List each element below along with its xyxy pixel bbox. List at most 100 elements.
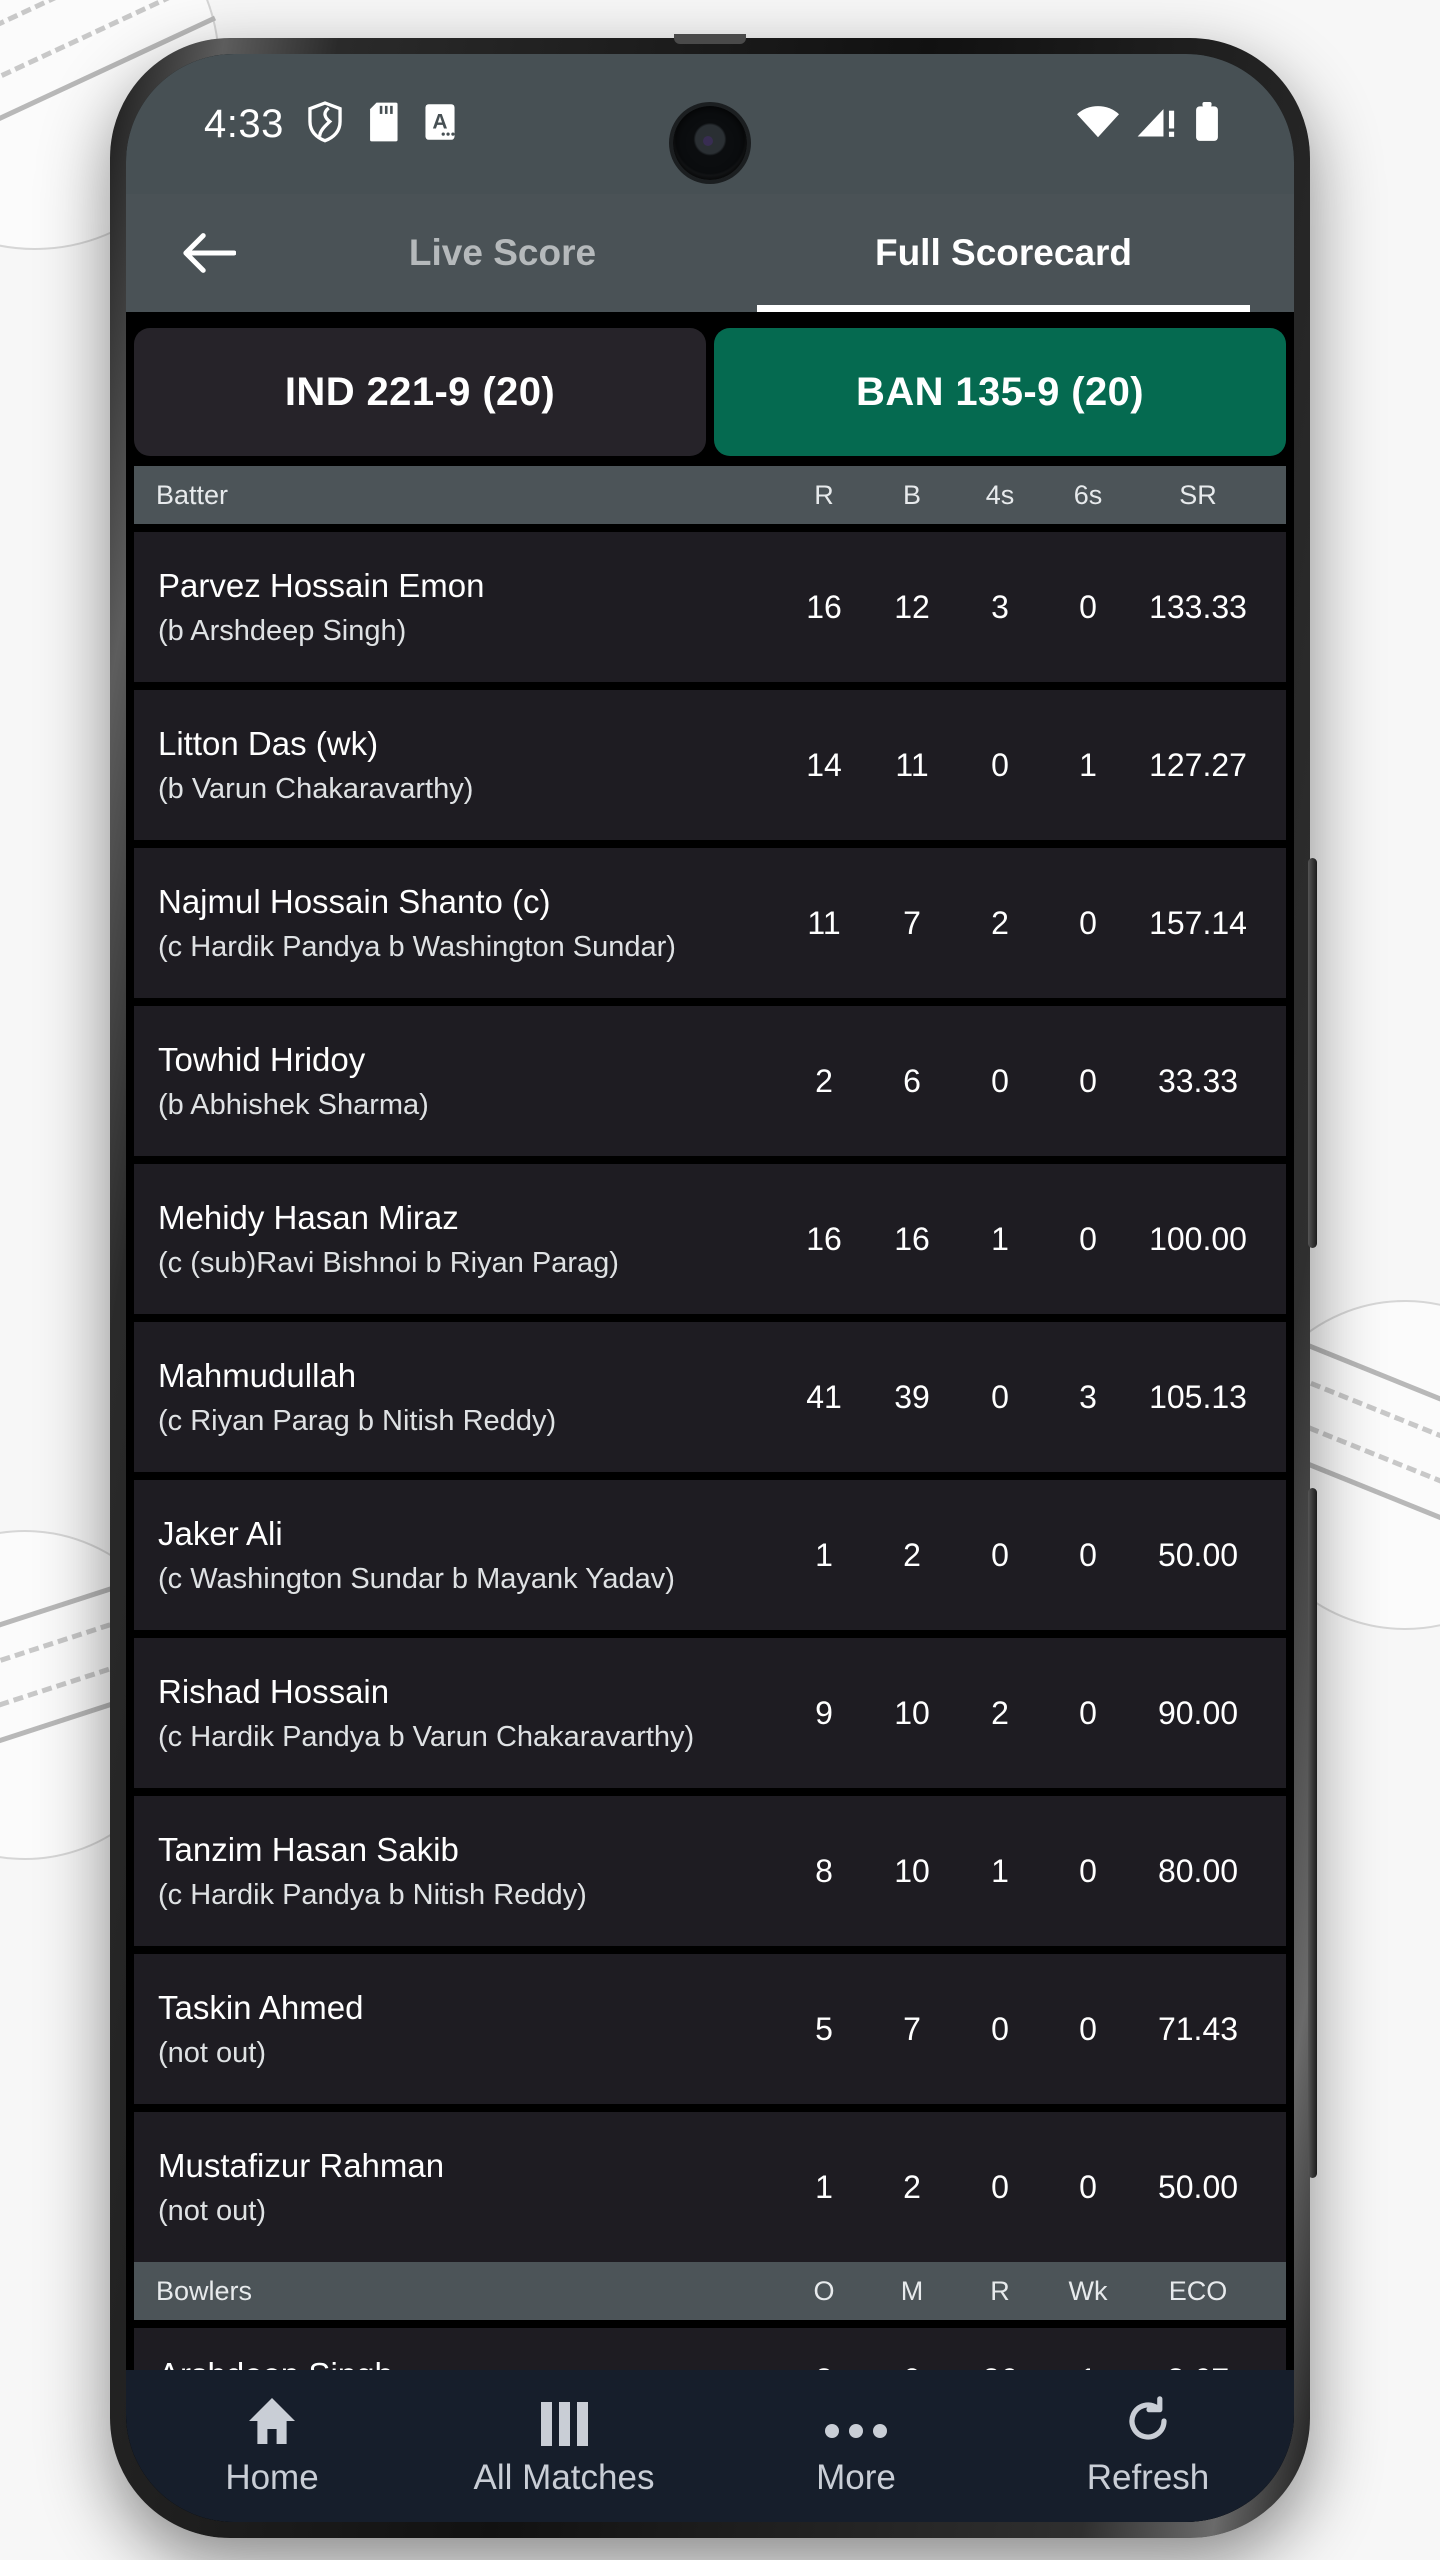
batter-dismissal: (c Hardik Pandya b Washington Sundar) — [158, 930, 676, 963]
batter-sixes: 0 — [1079, 1220, 1097, 1257]
shield-icon — [306, 100, 344, 148]
phone-volume-button[interactable] — [1308, 858, 1317, 1248]
batter-strike-rate: 50.00 — [1157, 1536, 1239, 1573]
table-row[interactable]: Litton Das (wk) (b Varun Chakaravarthy) 14… — [134, 690, 1286, 840]
batter-dismissal: (c Riyan Parag b Nitish Reddy) — [158, 1404, 557, 1437]
batter-dismissal: (b Varun Chakaravarthy) — [158, 772, 474, 805]
innings-tab-ban[interactable]: BAN 135-9 (20) — [714, 328, 1286, 456]
batter-sixes: 0 — [1079, 1694, 1097, 1731]
batter-fours: 0 — [991, 746, 1009, 783]
battery-icon — [1194, 101, 1220, 147]
batter-runs: 14 — [806, 746, 842, 783]
batter-runs: 1 — [815, 2168, 833, 2205]
phone-frame: 4:33 A Live Score Full Scorecard IND 221… — [110, 34, 1317, 2538]
front-camera — [673, 106, 747, 180]
batter-strike-rate: 71.43 — [1157, 2010, 1239, 2047]
nav-item-home[interactable]: Home — [126, 2394, 418, 2498]
nav-label-more: More — [816, 2458, 896, 2497]
batter-sixes: 0 — [1079, 2010, 1097, 2047]
batter-info: Mehidy Hasan Miraz (c (sub)Ravi Bishnoi b… — [158, 1199, 780, 1280]
bowling-header-r: R — [990, 2275, 1010, 2306]
batter-name: Litton Das (wk) — [158, 724, 379, 762]
nav-item-all-matches[interactable]: All Matches — [418, 2394, 710, 2498]
nav-label-all-matches: All Matches — [473, 2458, 655, 2497]
batter-balls: 7 — [903, 2010, 921, 2047]
batter-sixes: 0 — [1079, 1062, 1097, 1099]
batter-sixes: 0 — [1079, 1536, 1097, 1573]
batter-name: Parvez Hossain Emon — [158, 566, 485, 604]
table-row[interactable]: Rishad Hossain (c Hardik Pandya b Varun C… — [134, 1638, 1286, 1788]
batter-runs: 41 — [806, 1378, 842, 1415]
tab-full-scorecard[interactable]: Full Scorecard — [753, 194, 1254, 312]
table-row[interactable]: Mehidy Hasan Miraz (c (sub)Ravi Bishnoi b… — [134, 1164, 1286, 1314]
batter-balls: 11 — [895, 746, 929, 783]
batter-dismissal: (not out) — [158, 2036, 266, 2069]
batting-header-name: Batter — [156, 479, 229, 510]
table-row[interactable]: Towhid Hridoy (b Abhishek Sharma) 2 6 0 0 33.3… — [134, 1006, 1286, 1156]
table-row[interactable]: Mustafizur Rahman (not out) 1 2 0 0 50.00 — [134, 2112, 1286, 2262]
batter-dismissal: (c (sub)Ravi Bishnoi b Riyan Parag) — [158, 1246, 619, 1279]
batter-fours: 0 — [991, 2168, 1009, 2205]
batter-dismissal: (c Washington Sundar b Mayank Yadav) — [158, 1562, 675, 1595]
batter-name: Najmul Hossain Shanto (c) — [158, 882, 551, 920]
batter-fours: 3 — [991, 588, 1009, 625]
batter-sixes: 0 — [1079, 904, 1097, 941]
phone-power-button[interactable] — [1308, 1488, 1317, 2178]
batter-fours: 0 — [991, 1536, 1009, 1573]
batter-name: Taskin Ahmed — [158, 1988, 364, 2026]
batter-info: Towhid Hridoy (b Abhishek Sharma) — [158, 1041, 780, 1122]
phone-top-speaker — [674, 34, 746, 44]
batter-runs: 2 — [815, 1062, 833, 1099]
batter-balls: 6 — [903, 1062, 921, 1099]
batter-fours: 0 — [991, 1378, 1009, 1415]
table-row[interactable]: Taskin Ahmed (not out) 5 7 0 0 71.43 — [134, 1954, 1286, 2104]
status-bar-right — [1076, 101, 1220, 147]
batter-info: Jaker Ali (c Washington Sundar b Mayank Y… — [158, 1515, 780, 1596]
batter-balls: 39 — [894, 1378, 930, 1415]
batter-runs: 5 — [815, 2010, 833, 2047]
batter-info: Taskin Ahmed (not out) — [158, 1989, 780, 2070]
batter-strike-rate: 157.14 — [1149, 904, 1247, 941]
status-bar-left: 4:33 A — [204, 100, 458, 148]
batter-fours: 1 — [991, 1852, 1009, 1889]
batter-runs: 16 — [806, 1220, 842, 1257]
header-tabs: Live Score Full Scorecard — [252, 194, 1254, 312]
batter-sixes: 1 — [1079, 746, 1097, 783]
scorecard-body: IND 221-9 (20) BAN 135-9 (20) Batter R B… — [126, 312, 1294, 2522]
batting-header-sr: SR — [1179, 479, 1217, 510]
batter-strike-rate: 105.13 — [1149, 1378, 1247, 1415]
table-row[interactable]: Najmul Hossain Shanto (c) (c Hardik Pandy… — [134, 848, 1286, 998]
home-icon — [246, 2394, 298, 2446]
batter-balls: 2 — [903, 2168, 921, 2205]
nav-item-refresh[interactable]: Refresh — [1002, 2394, 1294, 2498]
batter-balls: 10 — [894, 1694, 930, 1731]
table-row[interactable]: Tanzim Hasan Sakib (c Hardik Pandya b Nit… — [134, 1796, 1286, 1946]
nav-label-home: Home — [225, 2458, 319, 2497]
innings-tab-ind[interactable]: IND 221-9 (20) — [134, 328, 706, 456]
refresh-icon — [1123, 2394, 1173, 2446]
batting-header-4s: 4s — [985, 479, 1015, 510]
table-row[interactable]: Parvez Hossain Emon (b Arshdeep Singh) 16 1… — [134, 532, 1286, 682]
batter-name: Towhid Hridoy — [158, 1040, 366, 1078]
batter-runs: 9 — [815, 1694, 833, 1731]
bowling-header-eco: ECO — [1168, 2275, 1228, 2306]
scroll-area[interactable]: IND 221-9 (20) BAN 135-9 (20) Batter R B… — [126, 312, 1294, 2522]
batter-sixes: 0 — [1079, 588, 1097, 625]
tab-live-score[interactable]: Live Score — [252, 194, 753, 312]
back-arrow-icon[interactable] — [166, 231, 252, 275]
batting-table-header: Batter R B 4s 6s SR — [134, 466, 1286, 524]
batter-runs: 8 — [815, 1852, 833, 1889]
bowling-table-header: Bowlers O M R Wk ECO — [134, 2262, 1286, 2320]
table-row[interactable]: Jaker Ali (c Washington Sundar b Mayank Y… — [134, 1480, 1286, 1630]
batter-name: Mahmudullah — [158, 1356, 357, 1394]
batter-strike-rate: 127.27 — [1149, 746, 1247, 783]
batter-fours: 0 — [991, 2010, 1009, 2047]
batter-dismissal: (b Arshdeep Singh) — [158, 614, 407, 647]
batting-header-r: R — [814, 479, 834, 510]
status-time: 4:33 — [204, 101, 284, 146]
phone-screen: 4:33 A Live Score Full Scorecard IND 221… — [126, 54, 1294, 2522]
nav-item-more[interactable]: More — [710, 2394, 1002, 2498]
batter-dismissal: (c Hardik Pandya b Nitish Reddy) — [158, 1878, 587, 1911]
table-row[interactable]: Mahmudullah (c Riyan Parag b Nitish Reddy… — [134, 1322, 1286, 1472]
batter-name: Rishad Hossain — [158, 1672, 390, 1710]
